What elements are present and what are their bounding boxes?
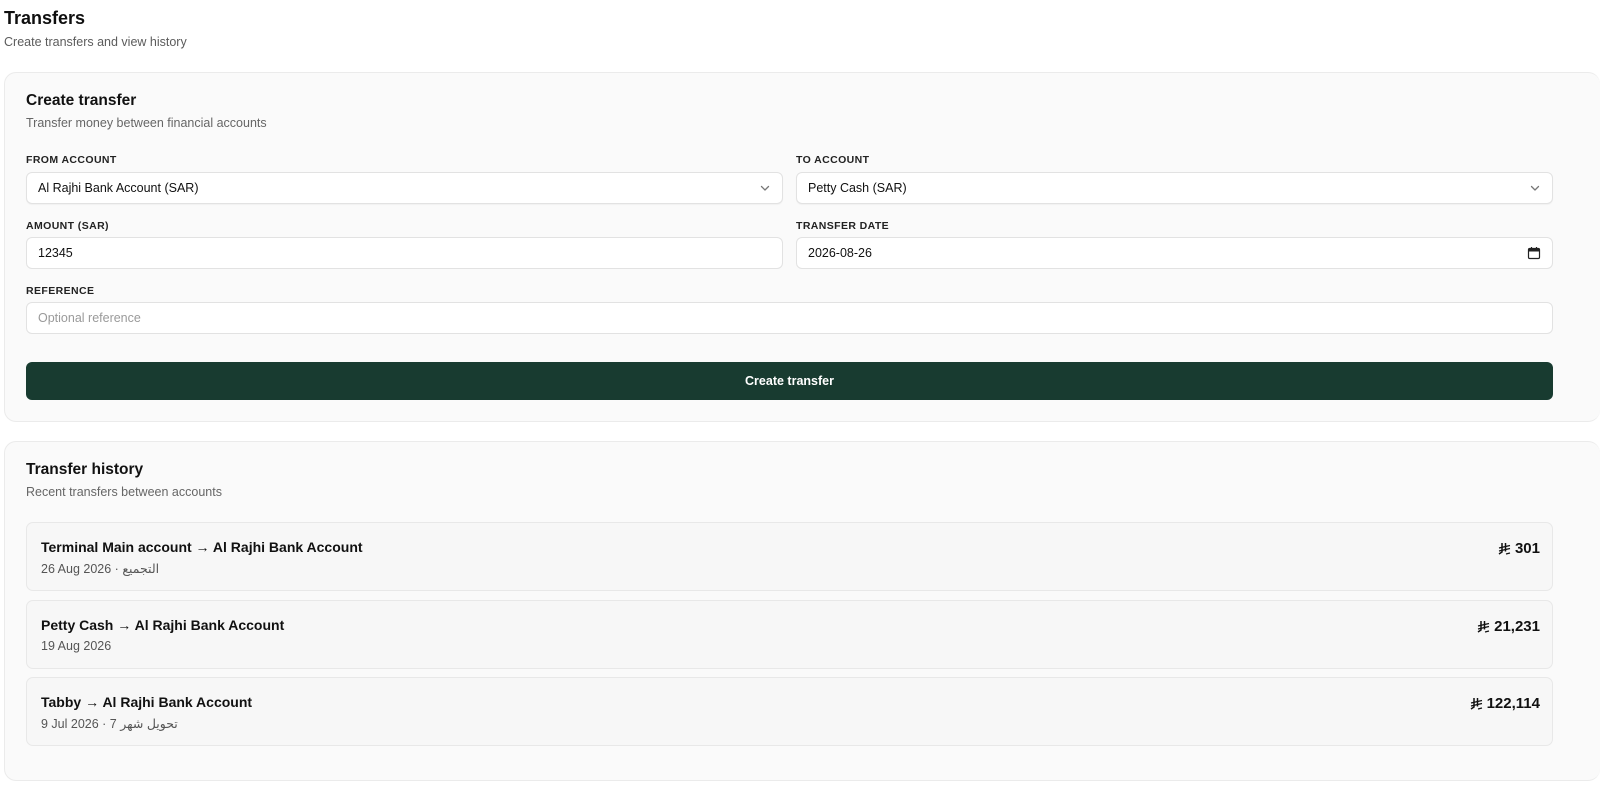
transfer-date-value: 2026-08-26 bbox=[808, 246, 872, 260]
transfer-meta: 19 Aug 2026 bbox=[41, 639, 112, 653]
create-transfer-card: Create transfer Transfer money between f… bbox=[4, 72, 1600, 422]
transfer-history-subtitle: Recent transfers between accounts bbox=[26, 485, 222, 499]
saudi-riyal-icon bbox=[1477, 621, 1490, 633]
transfer-history-row[interactable]: Tabby → Al Rajhi Bank Account 9 Jul 2026… bbox=[26, 677, 1553, 746]
amount-input[interactable]: 12345 bbox=[26, 237, 783, 269]
create-transfer-button[interactable]: Create transfer bbox=[26, 362, 1553, 400]
transfer-history-title: Transfer history bbox=[26, 461, 144, 478]
transfer-meta: 26 Aug 2026 · التجميع bbox=[41, 562, 160, 576]
chevron-down-icon bbox=[760, 185, 770, 191]
from-account-value: Al Rajhi Bank Account (SAR) bbox=[38, 181, 199, 195]
from-account-label: FROM ACCOUNT bbox=[26, 154, 117, 166]
saudi-riyal-icon bbox=[1498, 543, 1511, 555]
from-account-select[interactable]: Al Rajhi Bank Account (SAR) bbox=[26, 172, 783, 204]
transfer-amount: 122,114 bbox=[1470, 695, 1540, 712]
saudi-riyal-icon bbox=[1470, 698, 1482, 710]
transfer-history-row[interactable]: Terminal Main account → Al Rajhi Bank Ac… bbox=[26, 522, 1553, 591]
transfer-route: Terminal Main account → Al Rajhi Bank Ac… bbox=[41, 539, 363, 555]
to-account-select[interactable]: Petty Cash (SAR) bbox=[796, 172, 1553, 204]
to-account-value: Petty Cash (SAR) bbox=[808, 181, 907, 195]
transfer-amount-value: 21,231 bbox=[1494, 618, 1540, 635]
page-subtitle: Create transfers and view history bbox=[4, 35, 187, 49]
calendar-icon[interactable] bbox=[1527, 246, 1541, 260]
transfer-meta: 9 Jul 2026 · تحويل شهر 7 bbox=[41, 717, 178, 731]
page-title: Transfers bbox=[4, 8, 86, 28]
reference-input[interactable]: Optional reference bbox=[26, 302, 1553, 334]
create-transfer-subtitle: Transfer money between financial account… bbox=[26, 116, 267, 130]
transfer-date-input[interactable]: 2026-08-26 bbox=[796, 237, 1553, 269]
transfer-amount: 301 bbox=[1498, 540, 1540, 557]
transfer-route: Tabby → Al Rajhi Bank Account bbox=[41, 694, 253, 710]
transfer-amount-value: 122,114 bbox=[1486, 695, 1540, 712]
transfer-route: Petty Cash → Al Rajhi Bank Account bbox=[41, 617, 285, 633]
transfers-page: Transfers Create transfers and view hist… bbox=[0, 0, 1600, 788]
transfer-amount-value: 301 bbox=[1514, 540, 1540, 557]
transfer-history-card: Transfer history Recent transfers betwee… bbox=[4, 441, 1600, 781]
transfer-date-label: TRANSFER DATE bbox=[796, 220, 890, 232]
chevron-down-icon bbox=[1530, 185, 1540, 191]
transfer-amount: 21,231 bbox=[1477, 618, 1540, 635]
amount-label: AMOUNT (SAR) bbox=[26, 220, 109, 232]
reference-label: REFERENCE bbox=[26, 285, 95, 297]
amount-value: 12345 bbox=[38, 246, 73, 260]
transfer-history-row[interactable]: Petty Cash → Al Rajhi Bank Account 19 Au… bbox=[26, 600, 1553, 669]
create-transfer-title: Create transfer bbox=[26, 92, 137, 109]
to-account-label: TO ACCOUNT bbox=[796, 154, 870, 166]
reference-placeholder: Optional reference bbox=[38, 311, 141, 325]
